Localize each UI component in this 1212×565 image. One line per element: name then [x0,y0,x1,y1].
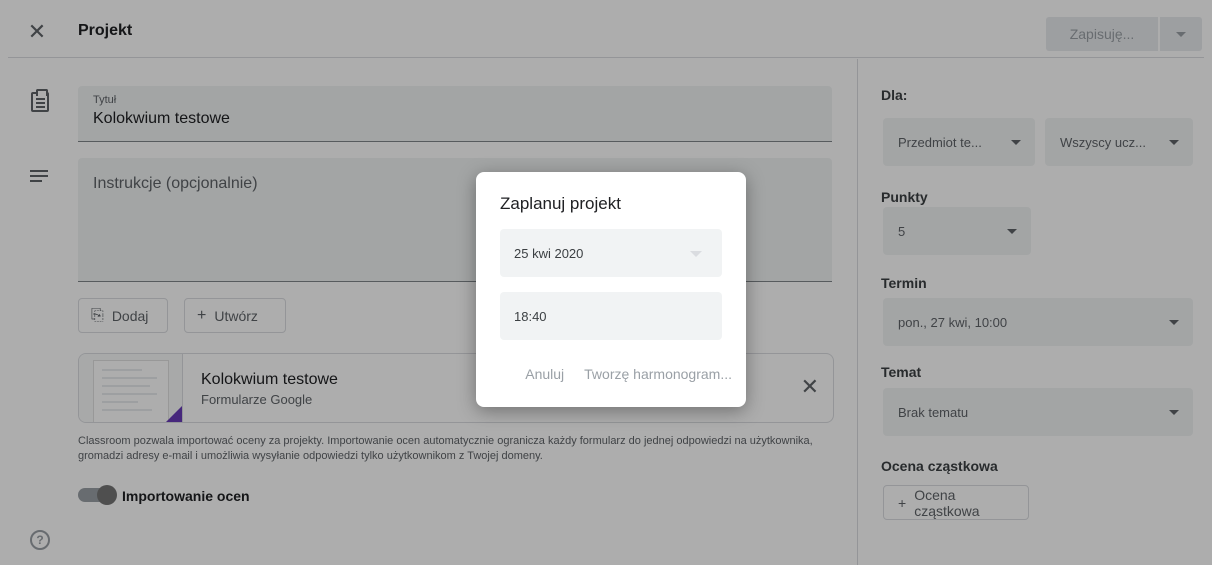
dialog-actions: Anuluj Tworzę harmonogram... [525,366,732,382]
time-field[interactable]: 18:40 [500,292,722,340]
date-picker[interactable]: 25 kwi 2020 [500,229,722,277]
schedule-dialog: Zaplanuj projekt 25 kwi 2020 18:40 Anulu… [476,172,746,407]
chevron-down-icon [690,251,702,257]
dialog-title: Zaplanuj projekt [500,194,621,213]
schedule-button[interactable]: Tworzę harmonogram... [584,366,732,382]
cancel-button[interactable]: Anuluj [525,366,564,382]
date-value: 25 kwi 2020 [514,245,584,261]
time-value: 18:40 [514,308,547,324]
